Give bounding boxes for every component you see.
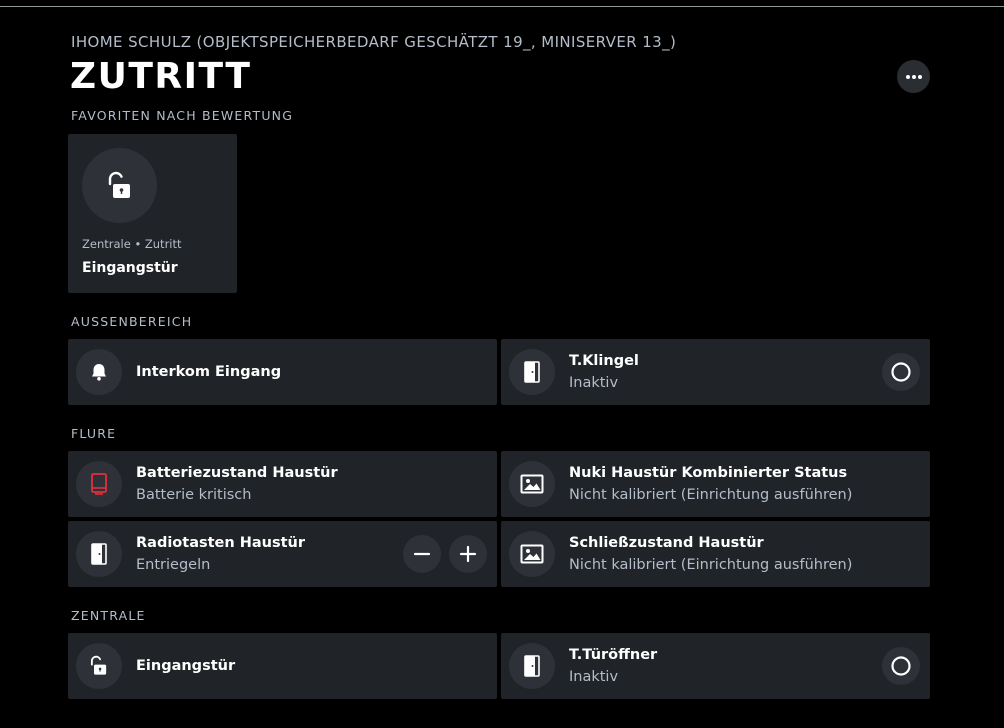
decrease-button[interactable] (403, 535, 441, 573)
card-radiotasten-haustuer[interactable]: Radiotasten Haustür Entriegeln (68, 521, 497, 587)
section-label-central: ZENTRALE (71, 608, 146, 623)
card-icon-circle (76, 531, 122, 577)
card-name: Interkom Eingang (136, 364, 282, 380)
favorite-icon-circle (82, 148, 157, 223)
card-name: Batteriezustand Haustür (136, 465, 338, 481)
card-name: T.Türöffner (569, 647, 658, 663)
top-divider (0, 6, 1004, 7)
toggle-button[interactable] (882, 647, 920, 685)
image-icon (520, 474, 544, 494)
lock-open-icon (90, 655, 107, 675)
favorite-tile-eingangstuer[interactable]: Zentrale • Zutritt Eingangstür (68, 134, 237, 293)
card-status: Nicht kalibriert (Einrichtung ausführen) (569, 557, 853, 573)
card-status: Entriegeln (136, 557, 211, 573)
card-schliesszustand-haustuer[interactable]: Schließzustand Haustür Nicht kalibriert … (501, 521, 930, 587)
card-icon-circle (76, 461, 122, 507)
door-icon (524, 361, 540, 383)
favorite-room-path: Zentrale • Zutritt (82, 237, 182, 251)
card-name: Radiotasten Haustür (136, 535, 306, 551)
page: IHOME SCHULZ (OBJEKTSPEICHERBEDARF GESCH… (0, 0, 1004, 728)
toggle-button[interactable] (882, 353, 920, 391)
door-icon (524, 655, 540, 677)
more-dots-icon (905, 74, 922, 79)
card-name: Schließzustand Haustür (569, 535, 764, 551)
more-options-button[interactable] (897, 60, 930, 93)
card-status: Batterie kritisch (136, 487, 252, 503)
card-t-klingel[interactable]: T.Klingel Inaktiv (501, 339, 930, 405)
circle-toggle-icon (891, 362, 911, 382)
door-icon (91, 543, 107, 565)
circle-toggle-icon (891, 656, 911, 676)
section-label-favorites: FAVORITEN NACH BEWERTUNG (71, 108, 294, 123)
increase-button[interactable] (449, 535, 487, 573)
card-icon-circle (76, 643, 122, 689)
card-interkom-eingang[interactable]: Interkom Eingang (68, 339, 497, 405)
card-t-tueroeffner[interactable]: T.Türöffner Inaktiv (501, 633, 930, 699)
page-subtitle: IHOME SCHULZ (OBJEKTSPEICHERBEDARF GESCH… (71, 33, 677, 51)
plus-icon (459, 545, 477, 563)
minus-icon (413, 552, 431, 556)
card-name: T.Klingel (569, 353, 639, 369)
section-label-outdoor: AUSSENBEREICH (71, 314, 193, 329)
favorite-name: Eingangstür (82, 260, 178, 276)
bell-icon (92, 364, 106, 381)
card-icon-circle (76, 349, 122, 395)
card-icon-circle (509, 349, 555, 395)
page-title: ZUTRITT (70, 56, 252, 97)
section-label-hallways: FLURE (71, 426, 117, 441)
lock-open-icon (108, 171, 130, 198)
card-icon-circle (509, 461, 555, 507)
card-name: Eingangstür (136, 658, 236, 674)
battery-icon (91, 473, 107, 495)
card-name: Nuki Haustür Kombinierter Status (569, 465, 848, 481)
card-status: Inaktiv (569, 669, 619, 685)
card-icon-circle (509, 531, 555, 577)
card-status: Nicht kalibriert (Einrichtung ausführen) (569, 487, 853, 503)
card-status: Inaktiv (569, 375, 619, 391)
card-eingangstuer[interactable]: Eingangstür (68, 633, 497, 699)
card-nuki-haustuer-status[interactable]: Nuki Haustür Kombinierter Status Nicht k… (501, 451, 930, 517)
card-icon-circle (509, 643, 555, 689)
image-icon (520, 544, 544, 564)
card-batteriezustand-haustuer[interactable]: Batteriezustand Haustür Batterie kritisc… (68, 451, 497, 517)
